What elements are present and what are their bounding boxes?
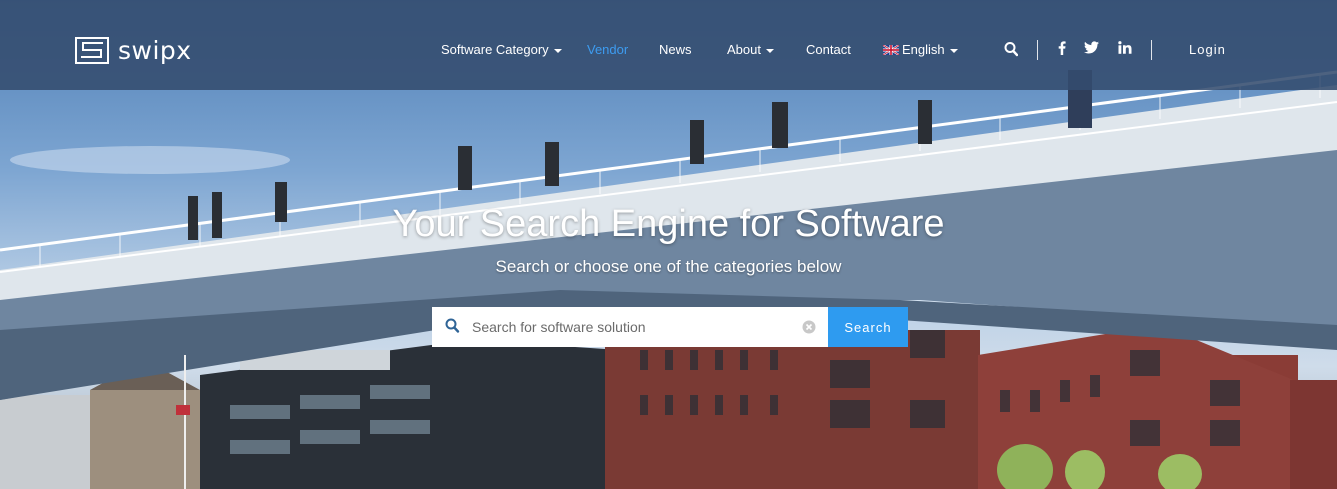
software-search-input[interactable] bbox=[472, 307, 792, 347]
nav-divider bbox=[1037, 40, 1038, 60]
nav-vendor-label: Vendor bbox=[587, 42, 629, 57]
search-box bbox=[432, 307, 828, 347]
nav-software-category-label: Software Category bbox=[441, 42, 549, 57]
nav-news-label: News bbox=[659, 42, 692, 57]
nav-about[interactable]: About bbox=[727, 41, 774, 59]
search-button[interactable]: Search bbox=[828, 307, 908, 347]
chevron-down-icon bbox=[765, 48, 774, 53]
hero-title: Your Search Engine for Software bbox=[392, 203, 945, 245]
search-icon bbox=[445, 318, 460, 339]
nav-software-category[interactable]: Software Category bbox=[441, 41, 562, 59]
nav-contact[interactable]: Contact bbox=[806, 41, 851, 59]
hero-subtitle: Search or choose one of the categories b… bbox=[495, 257, 842, 276]
twitter-icon[interactable] bbox=[1084, 41, 1099, 59]
nav-about-label: About bbox=[727, 42, 761, 57]
facebook-icon[interactable] bbox=[1058, 41, 1066, 60]
clear-search-icon[interactable] bbox=[802, 320, 816, 339]
brand-name: swipx bbox=[118, 35, 192, 65]
chevron-down-icon bbox=[949, 48, 958, 53]
linkedin-icon[interactable] bbox=[1118, 41, 1132, 59]
top-navbar: swipx Software Category Vendor News Abou… bbox=[0, 0, 1337, 90]
chevron-down-icon bbox=[553, 48, 562, 53]
language-selector[interactable]: English bbox=[883, 41, 958, 59]
language-label: English bbox=[902, 42, 945, 57]
nav-vendor[interactable]: Vendor bbox=[587, 41, 628, 59]
brand-logo[interactable]: swipx bbox=[75, 36, 192, 64]
search-icon[interactable] bbox=[1004, 41, 1019, 62]
nav-news[interactable]: News bbox=[659, 41, 692, 59]
nav-divider bbox=[1151, 40, 1152, 60]
nav-contact-label: Contact bbox=[806, 42, 851, 57]
swipx-logo-icon bbox=[75, 36, 109, 64]
login-link[interactable]: Login bbox=[1189, 41, 1226, 59]
uk-flag-icon bbox=[883, 45, 899, 55]
